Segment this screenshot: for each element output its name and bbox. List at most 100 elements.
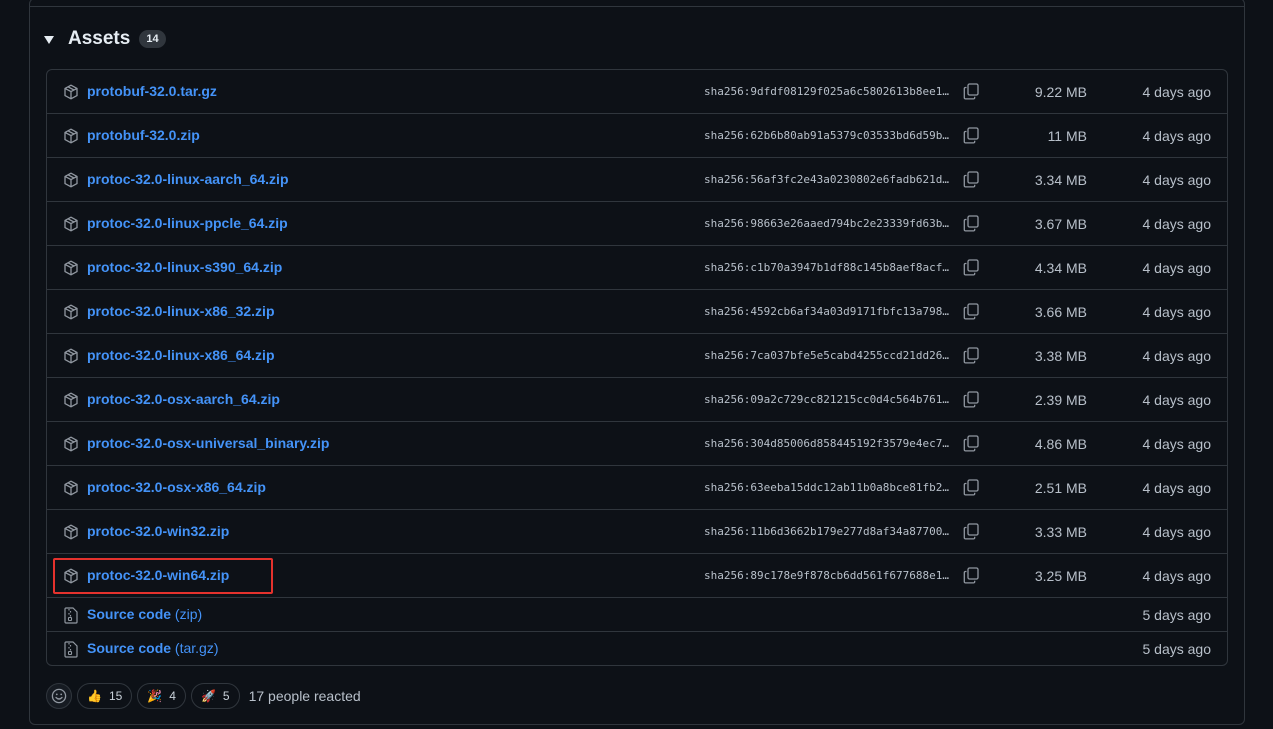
party-popper-icon: 🎉 — [147, 689, 163, 703]
copy-icon[interactable] — [963, 127, 979, 144]
reaction-count: 4 — [169, 689, 176, 703]
copy-icon[interactable] — [963, 391, 979, 408]
asset-date: 4 days ago — [1142, 260, 1212, 276]
copy-icon[interactable] — [963, 303, 979, 320]
asset-sha: sha256:4592cb6af34a03d9171fbfc13a798… — [704, 305, 950, 318]
reaction-count: 5 — [222, 689, 230, 703]
package-icon — [64, 524, 78, 540]
asset-date: 4 days ago — [1142, 128, 1212, 144]
copy-icon[interactable] — [963, 567, 979, 584]
asset-date: 4 days ago — [1142, 436, 1212, 452]
source-code-label: Source code — [87, 606, 172, 622]
asset-size: 3.67 MB — [1034, 216, 1087, 232]
asset-link[interactable]: protoc-32.0-win64.zip — [87, 567, 229, 583]
asset-row: protoc-32.0-win32.zip sha256:11b6d3662b1… — [47, 510, 1227, 554]
asset-date: 4 days ago — [1142, 348, 1212, 364]
asset-link[interactable]: protoc-32.0-win32.zip — [87, 523, 229, 539]
copy-icon[interactable] — [963, 259, 979, 276]
reaction-thumbs-up[interactable]: 👍 15 — [77, 683, 133, 709]
asset-row: protoc-32.0-linux-aarch_64.zip sha256:56… — [47, 158, 1227, 202]
asset-sha: sha256:304d85006d858445192f3579e4ec7… — [704, 437, 950, 450]
asset-row: protoc-32.0-osx-aarch_64.zip sha256:09a2… — [47, 378, 1227, 422]
asset-size: 4.86 MB — [1034, 436, 1087, 452]
asset-date: 4 days ago — [1142, 480, 1212, 496]
asset-row: protoc-32.0-linux-x86_32.zip sha256:4592… — [47, 290, 1227, 334]
reaction-count: 15 — [108, 689, 123, 703]
asset-sha: sha256:11b6d3662b179e277d8af34a87700… — [704, 525, 950, 538]
package-icon — [64, 216, 78, 232]
asset-sha: sha256:9dfdf08129f025a6c5802613b8ee1… — [704, 85, 950, 98]
asset-size: 3.38 MB — [1034, 348, 1087, 364]
asset-row: protoc-32.0-linux-s390_64.zip sha256:c1b… — [47, 246, 1227, 290]
reactions-summary[interactable]: 17 people reacted — [249, 688, 361, 704]
asset-date: 4 days ago — [1142, 216, 1212, 232]
assets-count-badge: 14 — [139, 30, 166, 48]
asset-row: protobuf-32.0.zip sha256:62b6b80ab91a537… — [47, 114, 1227, 158]
asset-date: 4 days ago — [1142, 392, 1212, 408]
copy-icon[interactable] — [963, 523, 979, 540]
asset-link[interactable]: protobuf-32.0.zip — [87, 127, 200, 143]
asset-size: 2.39 MB — [1034, 392, 1087, 408]
asset-link[interactable]: protoc-32.0-linux-x86_64.zip — [87, 347, 275, 363]
asset-size: 9.22 MB — [1034, 84, 1087, 100]
asset-sha: sha256:c1b70a3947b1df88c145b8aef8acf… — [704, 261, 950, 274]
source-code-suffix: (zip) — [174, 606, 203, 622]
source-code-suffix: (tar.gz) — [174, 640, 219, 656]
asset-date: 4 days ago — [1142, 524, 1212, 540]
copy-icon[interactable] — [963, 215, 979, 232]
rocket-icon: 🚀 — [200, 689, 216, 703]
assets-toggle[interactable]: Assets 14 — [44, 26, 166, 52]
package-icon — [64, 392, 78, 408]
copy-icon[interactable] — [963, 83, 979, 100]
asset-size: 4.34 MB — [1034, 260, 1087, 276]
asset-sha: sha256:56af3fc2e43a0230802e6fadb621d… — [704, 173, 950, 186]
asset-date: 4 days ago — [1142, 172, 1212, 188]
asset-row: protoc-32.0-win64.zip sha256:89c178e9f87… — [47, 554, 1227, 598]
source-row: Source code (zip) 5 days ago — [47, 598, 1227, 632]
asset-date: 4 days ago — [1142, 304, 1212, 320]
source-code-targz-link[interactable]: Source code (tar.gz) — [87, 640, 219, 656]
asset-size: 11 MB — [1047, 128, 1087, 144]
asset-row: protoc-32.0-osx-x86_64.zip sha256:63eeba… — [47, 466, 1227, 510]
asset-date: 4 days ago — [1142, 568, 1212, 584]
asset-row: protoc-32.0-linux-ppcle_64.zip sha256:98… — [47, 202, 1227, 246]
reactions-bar: 👍 15 🎉 4 🚀 5 17 people reacted — [46, 683, 361, 709]
copy-icon[interactable] — [963, 347, 979, 364]
package-icon — [64, 304, 78, 320]
asset-link[interactable]: protoc-32.0-osx-x86_64.zip — [87, 479, 266, 495]
asset-date: 5 days ago — [1142, 607, 1212, 623]
asset-size: 2.51 MB — [1034, 480, 1087, 496]
file-zip-icon — [64, 607, 78, 624]
asset-link[interactable]: protoc-32.0-linux-aarch_64.zip — [87, 171, 289, 187]
reaction-rocket[interactable]: 🚀 5 — [190, 683, 240, 709]
copy-icon[interactable] — [963, 435, 979, 452]
asset-sha: sha256:62b6b80ab91a5379c03533bd6d59b… — [704, 129, 950, 142]
package-icon — [64, 84, 78, 100]
asset-size: 3.34 MB — [1034, 172, 1087, 188]
asset-link[interactable]: protoc-32.0-osx-universal_binary.zip — [87, 435, 329, 451]
asset-row: protobuf-32.0.tar.gz sha256:9dfdf08129f0… — [47, 70, 1227, 114]
asset-date: 5 days ago — [1142, 641, 1212, 657]
reaction-hooray[interactable]: 🎉 4 — [137, 683, 186, 709]
asset-size: 3.66 MB — [1034, 304, 1087, 320]
thumbs-up-icon: 👍 — [87, 689, 102, 703]
asset-link[interactable]: protoc-32.0-linux-s390_64.zip — [87, 259, 282, 275]
asset-link[interactable]: protoc-32.0-linux-x86_32.zip — [87, 303, 275, 319]
asset-size: 3.25 MB — [1034, 568, 1087, 584]
asset-link[interactable]: protoc-32.0-linux-ppcle_64.zip — [87, 215, 288, 231]
copy-icon[interactable] — [963, 479, 979, 496]
source-row: Source code (tar.gz) 5 days ago — [47, 632, 1227, 665]
add-reaction-button[interactable] — [46, 683, 72, 709]
assets-list: protobuf-32.0.tar.gz sha256:9dfdf08129f0… — [46, 69, 1228, 666]
asset-link[interactable]: protoc-32.0-osx-aarch_64.zip — [87, 391, 280, 407]
asset-link[interactable]: protobuf-32.0.tar.gz — [87, 83, 217, 99]
asset-row: protoc-32.0-linux-x86_64.zip sha256:7ca0… — [47, 334, 1227, 378]
package-icon — [64, 128, 78, 144]
caret-down-icon[interactable] — [44, 36, 54, 44]
source-code-zip-link[interactable]: Source code (zip) — [87, 606, 202, 622]
copy-icon[interactable] — [963, 171, 979, 188]
file-zip-icon — [64, 641, 78, 658]
assets-title: Assets — [68, 28, 131, 49]
asset-sha: sha256:89c178e9f878cb6dd561f677688e1… — [704, 569, 950, 582]
asset-sha: sha256:98663e26aaed794bc2e23339fd63b… — [704, 217, 950, 230]
